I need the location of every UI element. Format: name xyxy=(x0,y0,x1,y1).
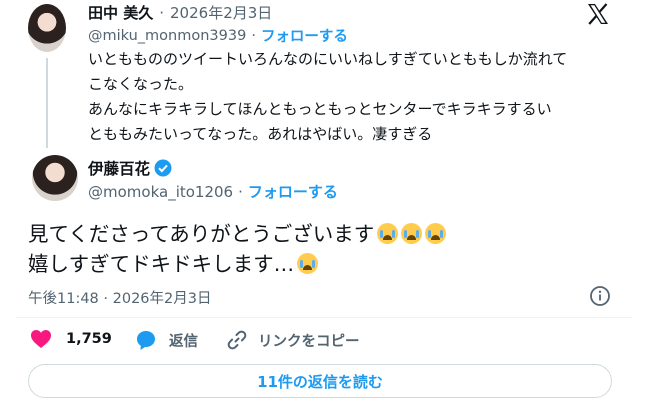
read-replies-button[interactable]: 11件の返信を読む xyxy=(28,364,612,398)
reply-label: 返信 xyxy=(169,333,198,350)
divider xyxy=(16,317,632,318)
loudly-crying-face-icon xyxy=(297,253,319,274)
like-count: 1,759 xyxy=(66,331,112,347)
post-author-row: 伊藤百花 xyxy=(88,157,172,179)
quoted-date[interactable]: 2026年2月3日 xyxy=(170,2,272,23)
post-line-2: 嬉しすぎてドキドキします… xyxy=(28,249,628,279)
copy-link-label: リンクをコピー xyxy=(258,333,360,350)
like-button[interactable]: 1,759 xyxy=(30,329,112,349)
quoted-line: とももみたいってなった。あれはやばい。凄すぎる xyxy=(88,125,433,143)
quoted-follow-button[interactable]: フォローする xyxy=(261,25,348,46)
post-author-name[interactable]: 伊藤百花 xyxy=(88,157,150,179)
quoted-handle[interactable]: @miku_monmon3939 xyxy=(88,28,246,44)
loudly-crying-face-icon xyxy=(425,223,447,244)
post-handle-row: @momoka_ito1206 · フォローする xyxy=(88,181,338,202)
thread-line xyxy=(46,58,48,148)
post-avatar[interactable] xyxy=(32,155,78,201)
post-line-1: 見てくださってありがとうございます xyxy=(28,219,628,249)
separator-dot: · xyxy=(238,182,243,201)
x-logo-icon[interactable] xyxy=(586,2,610,26)
link-icon xyxy=(226,329,248,351)
copy-link-button[interactable]: リンクをコピー xyxy=(226,329,360,351)
post-follow-button[interactable]: フォローする xyxy=(248,181,338,202)
loudly-crying-face-icon xyxy=(377,223,399,244)
post-line-2-text: 嬉しすぎてドキドキします… xyxy=(28,252,295,276)
post-line-1-text: 見てくださってありがとうございます xyxy=(28,222,375,246)
read-replies-label: 11件の返信を読む xyxy=(257,372,383,391)
post-handle[interactable]: @momoka_ito1206 xyxy=(88,183,233,201)
post-text: 見てくださってありがとうございます 嬉しすぎてドキドキします… xyxy=(28,219,628,279)
quoted-tweet-text: いとももののツイートいろんなのにいいねしすぎていとももしか流れて こなくなった。… xyxy=(88,47,618,147)
reply-bubble-icon xyxy=(135,329,157,351)
quoted-author-name[interactable]: 田中 美久 xyxy=(88,2,153,23)
reply-button[interactable]: 返信 xyxy=(135,329,198,351)
quoted-line: こなくなった。 xyxy=(88,75,194,93)
separator-dot: · xyxy=(159,3,165,22)
quoted-line: あんなにキラキラしてほんともっともっとセンターでキラキラするい xyxy=(88,100,552,118)
info-icon[interactable] xyxy=(589,285,611,307)
quoted-line: いとももののツイートいろんなのにいいねしすぎていとももしか流れて xyxy=(88,50,568,68)
quoted-avatar[interactable] xyxy=(28,4,66,52)
verified-badge-icon xyxy=(154,159,172,177)
loudly-crying-face-icon xyxy=(401,223,423,244)
post-timestamp[interactable]: 午後11:48 · 2026年2月3日 xyxy=(28,287,211,308)
quoted-handle-row: @miku_monmon3939 · フォローする xyxy=(88,25,348,46)
heart-icon xyxy=(30,329,52,349)
separator-dot: · xyxy=(251,27,256,44)
quoted-header: 田中 美久 · 2026年2月3日 xyxy=(88,2,272,23)
